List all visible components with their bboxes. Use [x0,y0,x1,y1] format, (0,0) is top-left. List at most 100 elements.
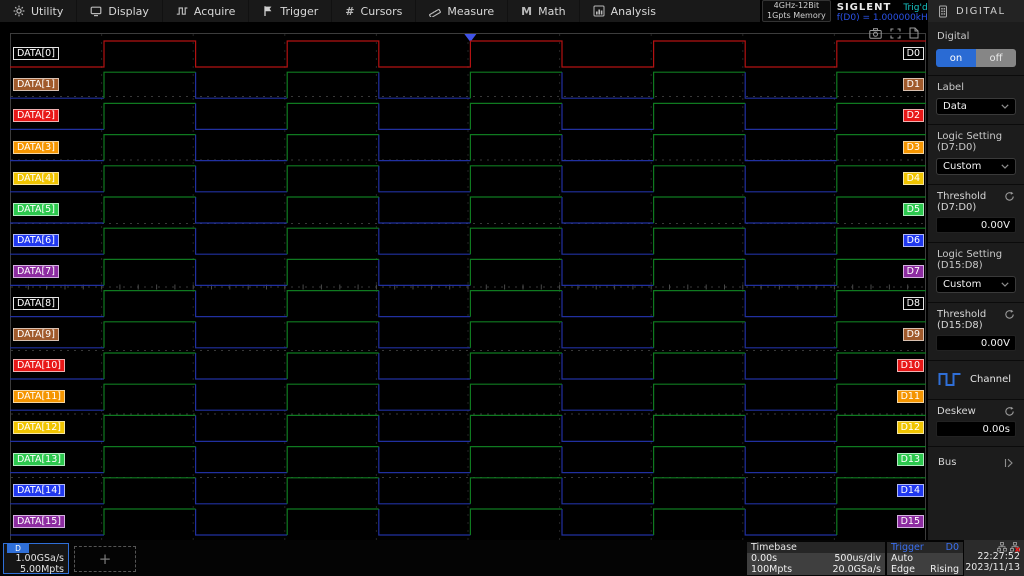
plus-icon: + [99,550,112,568]
logic-setting-d7-dropdown[interactable]: Custom [936,158,1016,175]
menu-acquire[interactable]: Acquire [163,0,249,22]
refresh-icon[interactable] [1004,191,1015,202]
channel-label[interactable]: DATA[9] [13,328,59,341]
channel-label[interactable]: DATA[15] [13,515,65,528]
trigger-source: D0 [946,542,959,553]
digital-channel-tile[interactable]: D 1.00GSa/s 5.00Mpts [3,543,69,574]
channel-label[interactable]: D4 [903,172,924,185]
channel-label[interactable]: D7 [903,265,924,278]
logic-setting-d15-label: Logic Setting (D15:D8) [937,249,1015,271]
channel-label[interactable]: DATA[8] [13,297,59,310]
channel-label[interactable]: D9 [903,328,924,341]
menu-cursors-label: Cursors [361,5,403,18]
channel-label[interactable]: DATA[1] [13,78,59,91]
display-icon [90,5,102,17]
channel-label[interactable]: D8 [903,297,924,310]
menu-acquire-label: Acquire [194,5,235,18]
threshold-d15-input[interactable]: 0.00V [936,335,1016,351]
channel-label[interactable]: DATA[0] [13,47,59,60]
flag-icon [262,5,274,17]
timebase-rate: 20.0GSa/s [832,564,881,575]
divider [928,184,1024,185]
channel-label[interactable]: DATA[14] [13,484,65,497]
bandwidth-label: 4GHz-12Bit [767,1,826,11]
channel-label[interactable]: D1 [903,78,924,91]
channel-label[interactable]: DATA[4] [13,172,59,185]
menu-analysis-label: Analysis [611,5,656,18]
digital-tile-badge: D [7,544,29,553]
channel-label[interactable]: DATA[2] [13,109,59,122]
waveform-region: DATA[0] D0 DATA[1] D1 DATA[2] D2 DATA[3] D3 DATA… [0,22,928,540]
timebase-title: Timebase [751,542,797,553]
channel-button[interactable]: Channel [938,371,1014,387]
clock-date: 2023/11/13 [964,562,1020,573]
channel-label[interactable]: DATA[10] [13,359,65,372]
channel-label[interactable]: DATA[12] [13,421,65,434]
camera-icon[interactable] [869,28,882,39]
menu-measure[interactable]: Measure [416,0,508,22]
panel-title: DIGITAL [956,6,1006,17]
logic-setting-d7-label: Logic Setting (D7:D0) [937,131,1015,153]
channel-label[interactable]: D5 [903,203,924,216]
digital-label: Digital [937,31,1015,42]
menu-trigger[interactable]: Trigger [249,0,332,22]
chart-icon [593,5,605,17]
channel-label[interactable]: D11 [897,390,924,403]
channel-label[interactable]: D14 [897,484,924,497]
channel-label[interactable]: DATA[7] [13,265,59,278]
refresh-icon[interactable] [1004,309,1015,320]
menu-analysis[interactable]: Analysis [580,0,669,22]
channel-label[interactable]: D12 [897,421,924,434]
channel-label[interactable]: D10 [897,359,924,372]
channel-label[interactable]: D6 [903,234,924,247]
square-wave-icon [938,371,962,387]
chevron-down-icon [1001,104,1009,109]
menu-math[interactable]: M Math [508,0,579,22]
channel-label[interactable]: DATA[3] [13,141,59,154]
hash-icon: # [345,6,354,17]
digital-off-button[interactable]: off [976,49,1016,67]
trigger-box[interactable]: Trigger D0 Auto Edge Rising [887,542,963,575]
channel-label: Channel [970,374,1011,385]
channel-label[interactable]: DATA[13] [13,453,65,466]
logic-setting-d7-value: Custom [943,161,981,172]
waveform-icon [176,5,188,17]
deskew-row: Deskew [937,406,1015,417]
expand-right-icon [1004,458,1014,468]
menu-utility[interactable]: Utility [0,0,77,22]
channel-label[interactable]: D0 [903,47,924,60]
menu-bar: Utility Display Acquire Trigger # Cursor… [0,0,760,22]
menu-trigger-label: Trigger [280,5,318,18]
label-dropdown[interactable]: Data [936,98,1016,115]
math-icon: M [521,6,532,17]
channel-label[interactable]: DATA[5] [13,203,59,216]
refresh-icon[interactable] [1004,406,1015,417]
add-channel-tile[interactable]: + [74,546,136,572]
chevron-down-icon [1001,164,1009,169]
logic-setting-d15-dropdown[interactable]: Custom [936,276,1016,293]
timebase-box[interactable]: Timebase 0.00s 500us/div 100Mpts 20.0GSa… [747,542,885,575]
threshold-d15-row: Threshold (D15:D8) [937,309,1015,331]
page-flip-icon[interactable] [909,27,919,39]
oscilloscope-screen: Utility Display Acquire Trigger # Cursor… [0,0,1024,576]
menu-display[interactable]: Display [77,0,163,22]
threshold-d7-row: Threshold (D7:D0) [937,191,1015,213]
channel-label[interactable]: D13 [897,453,924,466]
channel-label[interactable]: DATA[11] [13,390,65,403]
digital-on-button[interactable]: on [936,49,976,67]
deskew-input[interactable]: 0.00s [936,421,1016,437]
channel-label[interactable]: D15 [897,515,924,528]
timebase-delay: 0.00s [751,553,777,564]
timebase-depth: 100Mpts [751,564,792,575]
waveform-plot [10,33,926,541]
fullscreen-icon[interactable] [890,28,901,39]
bus-row[interactable]: Bus [938,457,1014,468]
ruler-icon [429,5,441,17]
channel-label[interactable]: DATA[6] [13,234,59,247]
channel-label[interactable]: D3 [903,141,924,154]
menu-cursors[interactable]: # Cursors [332,0,416,22]
label-group-title: Label [937,82,1015,93]
trigger-type: Edge [891,564,915,575]
threshold-d7-input[interactable]: 0.00V [936,217,1016,233]
channel-label[interactable]: D2 [903,109,924,122]
